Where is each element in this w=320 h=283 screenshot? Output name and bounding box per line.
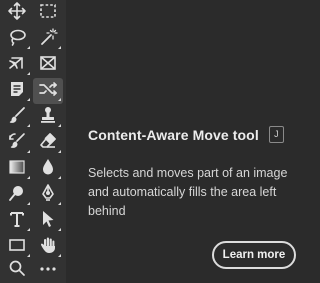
crop-icon xyxy=(7,53,27,78)
lasso-icon xyxy=(7,27,27,52)
tooltip-description: Selects and moves part of an image and a… xyxy=(88,166,288,218)
tool-group-indicator xyxy=(27,150,30,153)
content-aware-move-icon xyxy=(38,79,58,104)
shortcut-key-badge: J xyxy=(268,126,284,143)
path-selection-icon xyxy=(38,209,58,234)
tool-frame[interactable] xyxy=(33,52,63,78)
tool-move[interactable] xyxy=(2,0,32,26)
clone-stamp-icon xyxy=(38,105,58,130)
rectangular-marquee-icon xyxy=(38,1,58,26)
zoom-icon xyxy=(7,258,27,283)
gradient-icon xyxy=(7,157,27,182)
tool-group-indicator xyxy=(27,46,30,49)
tool-lasso[interactable] xyxy=(2,26,32,52)
tool-group-indicator xyxy=(27,202,30,205)
tool-group-indicator xyxy=(58,124,61,127)
rectangle-shape-icon xyxy=(7,235,27,260)
type-icon xyxy=(7,209,27,234)
learn-more-button[interactable]: Learn more xyxy=(212,241,296,269)
frame-icon xyxy=(38,53,58,78)
tool-group-indicator xyxy=(58,46,61,49)
tool-clone-stamp[interactable] xyxy=(33,104,63,130)
more-tools-icon xyxy=(38,258,58,283)
tool-blur[interactable] xyxy=(33,156,63,182)
hand-icon xyxy=(38,235,58,260)
tool-rectangular-marquee[interactable] xyxy=(33,0,63,26)
tool-path-selection[interactable] xyxy=(33,208,63,234)
tool-group-indicator xyxy=(58,150,61,153)
brush-icon xyxy=(7,105,27,130)
tool-group-indicator xyxy=(27,98,30,101)
tool-group-indicator xyxy=(58,202,61,205)
dodge-icon xyxy=(7,183,27,208)
magic-wand-icon xyxy=(38,27,58,52)
rich-tooltip-panel: Content-Aware Move tool J Selects and mo… xyxy=(66,0,307,283)
tool-pen[interactable] xyxy=(33,182,63,208)
tool-crop[interactable] xyxy=(2,52,32,78)
tool-group-indicator xyxy=(27,72,30,75)
tool-brush[interactable] xyxy=(2,104,32,130)
tool-group-indicator xyxy=(27,176,30,179)
tool-group-indicator xyxy=(58,228,61,231)
history-brush-icon xyxy=(7,131,27,156)
tool-group-indicator xyxy=(58,98,61,101)
eraser-icon xyxy=(38,131,58,156)
tool-gradient[interactable] xyxy=(2,156,32,182)
tool-eraser[interactable] xyxy=(33,130,63,156)
tool-group-indicator xyxy=(27,228,30,231)
tooltip-header: Content-Aware Move tool J xyxy=(88,126,284,143)
tool-magic-wand[interactable] xyxy=(33,26,63,52)
tool-group-indicator xyxy=(58,176,61,179)
tool-dodge[interactable] xyxy=(2,182,32,208)
tool-content-aware-move[interactable] xyxy=(33,78,63,104)
pen-icon xyxy=(38,183,58,208)
tool-zoom[interactable] xyxy=(2,257,32,283)
move-icon xyxy=(7,1,27,26)
tool-group-indicator xyxy=(27,124,30,127)
tooltip-title: Content-Aware Move tool xyxy=(88,126,259,143)
tool-more[interactable] xyxy=(33,257,63,283)
tool-history-brush[interactable] xyxy=(2,130,32,156)
tool-type[interactable] xyxy=(2,208,32,234)
tools-panel xyxy=(0,0,67,283)
note-icon xyxy=(7,79,27,104)
blur-drop-icon xyxy=(38,157,58,182)
tool-note[interactable] xyxy=(2,78,32,104)
